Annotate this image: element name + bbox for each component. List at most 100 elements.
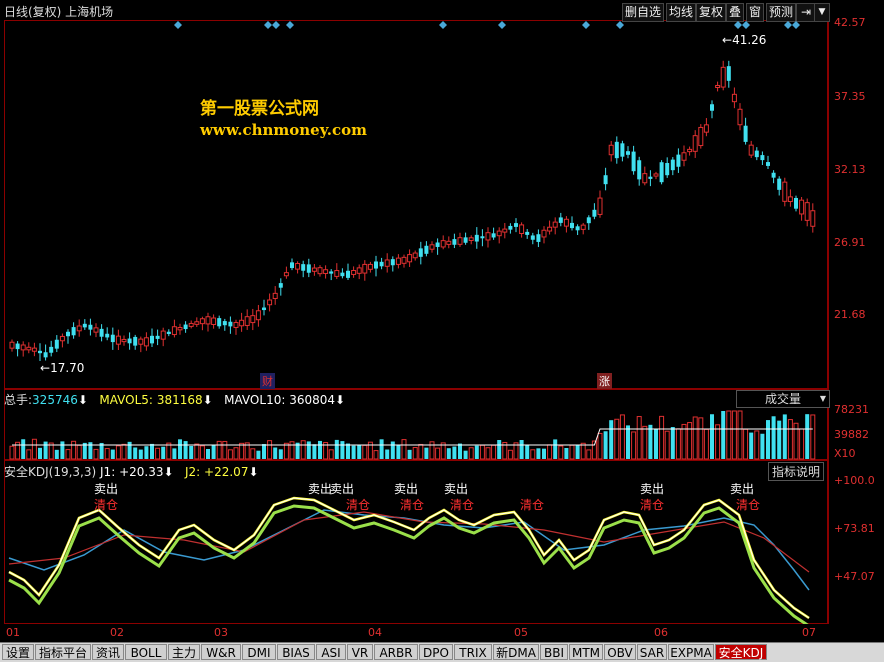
candlestick-chart — [9, 60, 816, 361]
volume-bar — [597, 432, 603, 460]
clear-signal-label: 清仓 — [450, 498, 475, 512]
candle-body — [514, 223, 518, 227]
tab-sar[interactable]: SAR — [637, 644, 667, 660]
volume-bar — [76, 444, 82, 460]
volume-bar — [362, 444, 368, 460]
tab-bbi[interactable]: BBI — [540, 644, 568, 660]
candle-body — [642, 173, 648, 184]
tab-boll[interactable]: BOLL — [125, 644, 167, 660]
volume-bar — [401, 439, 407, 460]
tab-bias[interactable]: BIAS — [277, 644, 315, 660]
volume-bar — [760, 433, 765, 459]
rise-marker[interactable]: 涨 — [597, 373, 612, 389]
volume-bar — [38, 447, 42, 459]
tab-dmi[interactable]: DMI — [242, 644, 276, 660]
volume-bar — [485, 447, 491, 460]
tab-wr[interactable]: W&R — [201, 644, 241, 660]
diamond-icon — [616, 21, 624, 29]
volume-axis-label: 78231 — [834, 403, 869, 416]
tab-mtm[interactable]: MTM — [569, 644, 603, 660]
candle-body — [620, 143, 625, 157]
volume-bar — [703, 428, 709, 460]
finance-marker[interactable]: 财 — [260, 373, 275, 389]
tab-expma[interactable]: EXPMA — [668, 644, 714, 660]
volume-bar — [155, 447, 161, 460]
candle-body — [362, 263, 368, 274]
tab-新dma[interactable]: 新DMA — [493, 644, 539, 660]
tab-主力[interactable]: 主力 — [168, 644, 200, 660]
candle-body — [665, 163, 670, 176]
high-price-label: ←41.26 — [722, 33, 767, 47]
candle-body — [681, 152, 687, 161]
volume-bar — [715, 424, 721, 460]
volume-bar — [681, 423, 687, 460]
volume-bar — [614, 418, 620, 460]
candle-body — [519, 224, 525, 235]
tab-obv[interactable]: OBV — [604, 644, 636, 660]
candle-body — [703, 124, 709, 133]
tab-dpo[interactable]: DPO — [419, 644, 453, 660]
candle-body — [631, 151, 636, 172]
volume-bar — [262, 444, 266, 459]
volume-bar — [586, 449, 592, 460]
volume-bar — [216, 440, 222, 460]
candle-body — [457, 237, 463, 245]
tab-资讯[interactable]: 资讯 — [92, 644, 124, 660]
candle-body — [659, 162, 664, 183]
candle-body — [49, 346, 54, 353]
volume-bar — [289, 441, 295, 460]
tab-asi[interactable]: ASI — [316, 644, 346, 660]
volume-chart — [9, 410, 816, 460]
volume-bar — [318, 440, 322, 459]
candle-body — [283, 272, 289, 277]
candle-body — [412, 252, 418, 259]
candle-body — [692, 135, 698, 152]
volume-bar — [507, 449, 513, 460]
candle-body — [99, 328, 104, 337]
right-axis-line — [828, 20, 829, 624]
candle-body — [395, 257, 401, 265]
candle-body — [93, 327, 99, 333]
candle-body — [390, 259, 395, 266]
tab-arbr[interactable]: ARBR — [374, 644, 418, 660]
candle-body — [748, 144, 754, 156]
candle-body — [76, 325, 82, 332]
volume-bar — [183, 441, 188, 459]
volume-bar — [178, 439, 182, 459]
candle-body — [278, 283, 283, 288]
volume-bar — [491, 444, 497, 460]
tab-设置[interactable]: 设置 — [2, 644, 34, 660]
volume-bar — [300, 440, 306, 460]
volume-bar — [133, 447, 138, 459]
volume-bar — [542, 448, 546, 459]
date-label: 05 — [514, 626, 528, 639]
candle-body — [766, 162, 770, 166]
candle-body — [295, 263, 301, 270]
volume-bar — [144, 446, 149, 459]
volume-bar — [479, 444, 485, 460]
tab-trix[interactable]: TRIX — [454, 644, 492, 660]
diamond-icon — [792, 21, 800, 29]
volume-bar — [631, 431, 637, 460]
candle-body — [31, 347, 37, 352]
volume-bar — [530, 449, 536, 460]
volume-bar — [412, 447, 418, 460]
candle-body — [26, 346, 32, 351]
tab-指标平台[interactable]: 指标平台 — [35, 644, 91, 660]
sell-signal-label: 卖出 — [640, 482, 665, 496]
candle-body — [194, 321, 200, 325]
candle-body — [250, 315, 256, 324]
volume-bar — [609, 420, 614, 459]
volume-bar — [654, 429, 658, 459]
candle-body — [222, 321, 227, 326]
tab-vr[interactable]: VR — [347, 644, 373, 660]
diamond-icon — [582, 21, 590, 29]
tab-安全kdj[interactable]: 安全KDJ — [715, 644, 767, 660]
candle-body — [183, 324, 188, 330]
volume-bar — [664, 430, 670, 460]
volume-bar — [799, 428, 805, 460]
volume-bar — [346, 443, 350, 459]
candle-body — [541, 229, 547, 238]
volume-bar — [110, 449, 115, 459]
volume-bar — [771, 416, 776, 459]
